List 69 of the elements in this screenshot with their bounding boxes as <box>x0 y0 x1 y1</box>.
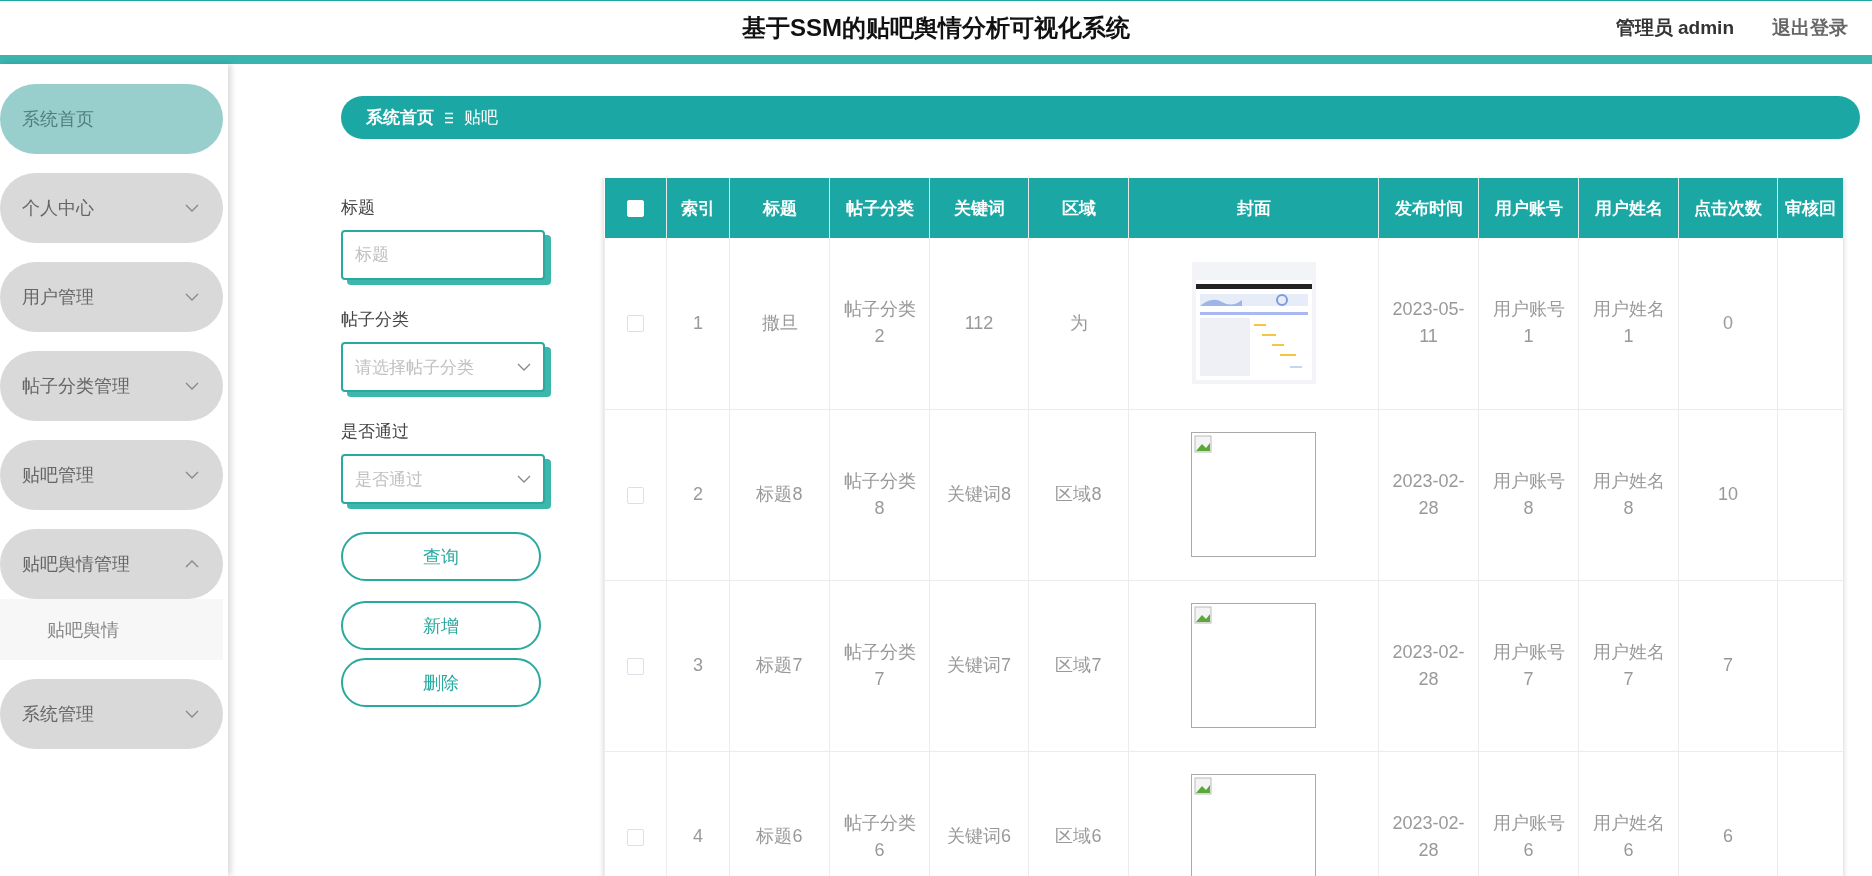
menu-item[interactable]: 系统首页 <box>0 84 223 154</box>
index-cell: 1 <box>666 238 730 409</box>
category-cell: 帖子分类7 <box>829 580 930 751</box>
user-label: 管理员 admin <box>1615 16 1734 40</box>
title-cell: 标题7 <box>729 580 830 751</box>
menu-item[interactable]: 贴吧管理 <box>0 440 223 510</box>
field-label: 是否通过 <box>341 421 410 443</box>
clicks-cell: 10 <box>1678 409 1778 580</box>
submenu-item[interactable]: 贴吧舆情 <box>0 599 223 660</box>
account-cell: 用户账号8 <box>1478 409 1579 580</box>
chevron-down-icon <box>517 475 531 483</box>
app-title: 基于SSM的贴吧舆情分析可视化系统 <box>742 13 1130 43</box>
index-cell: 2 <box>666 409 730 580</box>
category-cell: 帖子分类8 <box>829 409 930 580</box>
keyword-cell: 112 <box>929 238 1029 409</box>
column-header: 用户姓名 <box>1578 178 1679 238</box>
name-cell: 用户姓名8 <box>1578 409 1679 580</box>
column-header: 用户账号 <box>1478 178 1579 238</box>
title-cell: 撒旦 <box>729 238 830 409</box>
select-all-checkbox[interactable] <box>626 200 644 217</box>
keyword-cell: 关键词7 <box>929 580 1029 751</box>
time-cell: 2023-02-28 <box>1378 409 1479 580</box>
row-checkbox[interactable] <box>627 828 644 846</box>
column-header: 索引 <box>666 178 730 238</box>
menu-item[interactable]: 用户管理 <box>0 262 223 332</box>
chevron-down-icon <box>517 363 531 371</box>
column-header: 点击次数 <box>1678 178 1778 238</box>
input-field[interactable]: 标题 <box>341 230 545 280</box>
menu-icon <box>444 111 454 124</box>
column-header: 关键词 <box>929 178 1029 238</box>
column-header: 帖子分类 <box>829 178 930 238</box>
row-checkbox[interactable] <box>627 315 644 333</box>
time-cell: 2023-02-28 <box>1378 580 1479 751</box>
region-cell: 区域7 <box>1028 580 1129 751</box>
name-cell: 用户姓名1 <box>1578 238 1679 409</box>
region-cell: 为 <box>1028 238 1129 409</box>
title-cell: 标题8 <box>729 409 830 580</box>
menu-item[interactable]: 贴吧舆情管理 <box>0 529 223 599</box>
row-checkbox[interactable] <box>627 657 644 675</box>
logout-link[interactable]: 退出登录 <box>1772 15 1848 41</box>
account-cell: 用户账号7 <box>1478 580 1579 751</box>
clicks-cell: 0 <box>1678 238 1778 409</box>
row-checkbox[interactable] <box>627 486 644 504</box>
action-button[interactable]: 删除 <box>341 658 541 707</box>
action-button[interactable]: 查询 <box>341 532 541 581</box>
name-cell: 用户姓名7 <box>1578 580 1679 751</box>
broken-image-icon <box>1194 435 1212 453</box>
field-label: 帖子分类 <box>341 309 410 331</box>
field-label: 标题 <box>341 197 376 219</box>
broken-image-icon <box>1194 777 1212 795</box>
keyword-cell: 关键词8 <box>929 409 1029 580</box>
breadcrumb-current: 贴吧 <box>464 107 498 129</box>
category-cell: 帖子分类2 <box>829 238 930 409</box>
menu-item[interactable]: 帖子分类管理 <box>0 351 223 421</box>
time-cell: 2023-05-11 <box>1378 238 1479 409</box>
menu-item[interactable]: 系统管理 <box>0 679 223 749</box>
column-header: 封面 <box>1128 178 1379 238</box>
column-header: 审核回 <box>1777 178 1843 238</box>
account-cell: 用户账号1 <box>1478 238 1579 409</box>
column-header: 区域 <box>1028 178 1129 238</box>
index-cell: 3 <box>666 580 730 751</box>
broken-image-icon <box>1194 606 1212 624</box>
column-header: 发布时间 <box>1378 178 1479 238</box>
region-cell: 区域8 <box>1028 409 1129 580</box>
clicks-cell: 7 <box>1678 580 1778 751</box>
action-button[interactable]: 新增 <box>341 601 541 650</box>
column-header: 标题 <box>729 178 830 238</box>
breadcrumb-home[interactable]: 系统首页 <box>366 106 434 129</box>
menu-item[interactable]: 个人中心 <box>0 173 223 243</box>
